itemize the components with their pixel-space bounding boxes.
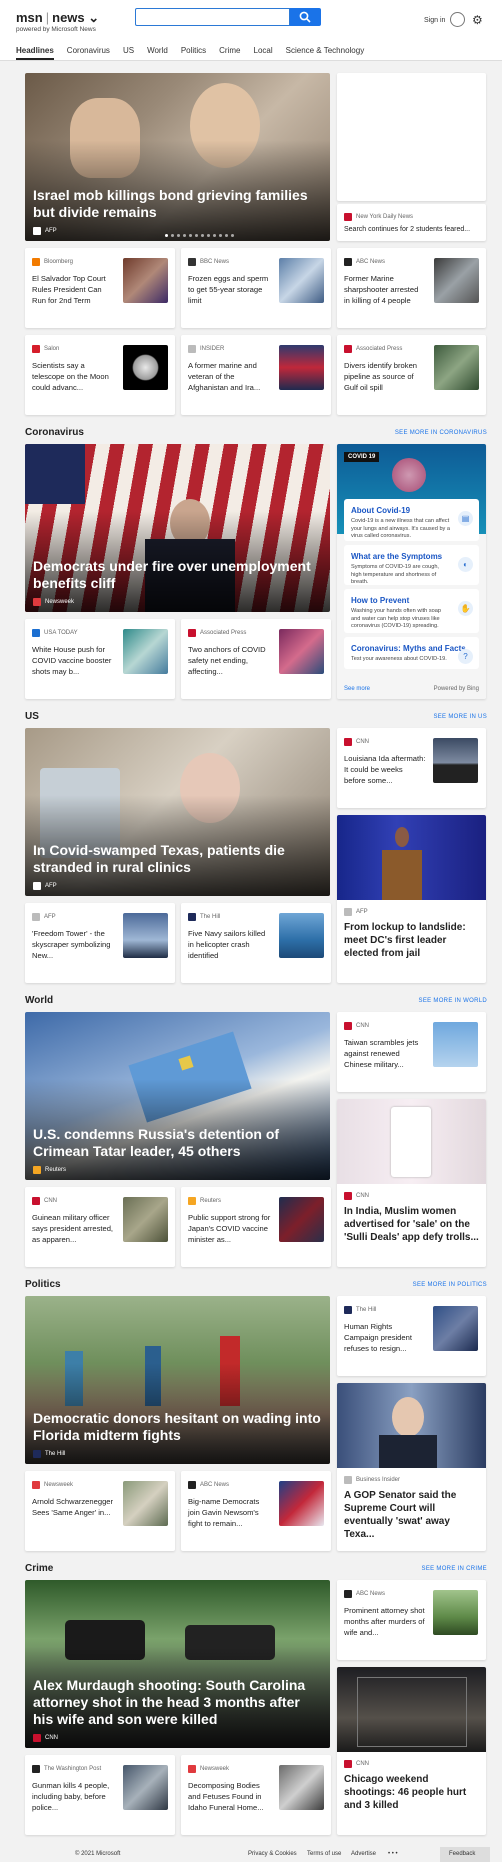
- category-nav: Headlines Coronavirus US World Politics …: [16, 46, 377, 60]
- news-card[interactable]: ABC News Prominent attorney shot months …: [337, 1580, 486, 1660]
- covid-badge: COVID 19: [344, 452, 380, 462]
- see-more-world[interactable]: SEE MORE IN WORLD: [419, 998, 487, 1004]
- news-card[interactable]: Newsweek Decomposing Bodies and Fetuses …: [181, 1755, 331, 1835]
- quiz-icon: ?: [458, 649, 473, 664]
- section-title-world: World: [25, 995, 54, 1006]
- covid-about-item[interactable]: About Covid-19 Covid-19 is a new illness…: [344, 499, 479, 541]
- copyright: © 2021 Microsoft: [75, 1851, 121, 1857]
- powered-by-label: powered by Microsoft News: [16, 26, 96, 33]
- news-card[interactable]: CNN Guinean military officer says presid…: [25, 1187, 175, 1267]
- news-card-tall[interactable]: CNN In India, Muslim women advertised fo…: [337, 1099, 486, 1267]
- news-card[interactable]: Newsweek Arnold Schwarzenegger Sees 'Sam…: [25, 1471, 175, 1551]
- world-hero[interactable]: U.S. condemns Russia's detention of Crim…: [25, 1012, 330, 1180]
- nav-science[interactable]: Science & Technology: [286, 46, 365, 60]
- news-card[interactable]: The Washington Post Gunman kills 4 peopl…: [25, 1755, 175, 1835]
- us-hero[interactable]: In Covid-swamped Texas, patients die str…: [25, 728, 330, 896]
- top-header: msn | news ⌄ powered by Microsoft News Sig…: [0, 0, 502, 61]
- hero-source: Reuters: [33, 1166, 66, 1174]
- crime-hero[interactable]: Alex Murdaugh shooting: South Carolina a…: [25, 1580, 330, 1748]
- advertise-link[interactable]: Advertise: [351, 1851, 376, 1857]
- see-more-coronavirus[interactable]: SEE MORE IN CORONAVIRUS: [395, 430, 487, 436]
- gear-icon[interactable]: ⚙: [472, 13, 483, 27]
- covid-symptoms-item[interactable]: What are the Symptoms Symptoms of COVID-…: [344, 545, 479, 585]
- nav-headlines[interactable]: Headlines: [16, 46, 54, 60]
- nav-us[interactable]: US: [123, 46, 134, 60]
- hero-title: Democratic donors hesitant on wading int…: [33, 1410, 321, 1443]
- covid-see-more[interactable]: See more: [344, 686, 370, 692]
- footer: © 2021 Microsoft Privacy & Cookies Terms…: [0, 1847, 502, 1862]
- news-card[interactable]: Associated Press Two anchors of COVID sa…: [181, 619, 331, 699]
- news-card[interactable]: Salon Scientists say a telescope on the …: [25, 335, 175, 415]
- feedback-button[interactable]: Feedback: [440, 1847, 490, 1862]
- carousel-dots[interactable]: [165, 234, 234, 237]
- news-card[interactable]: INSIDER A former marine and veteran of t…: [181, 335, 331, 415]
- nav-world[interactable]: World: [147, 46, 168, 60]
- news-card[interactable]: ABC News Former Marine sharpshooter arre…: [337, 248, 486, 328]
- hero-title: Alex Murdaugh shooting: South Carolina a…: [33, 1677, 306, 1727]
- news-card[interactable]: BBC News Frozen eggs and sperm to get 55…: [181, 248, 331, 328]
- coronavirus-hero[interactable]: Democrats under fire over unemployment b…: [25, 444, 330, 612]
- handwash-icon: ✋: [458, 601, 473, 616]
- hero-title: Democrats under fire over unemployment b…: [33, 558, 311, 591]
- nav-local[interactable]: Local: [254, 46, 273, 60]
- news-card[interactable]: The Hill Five Navy sailors killed in hel…: [181, 903, 331, 983]
- nav-coronavirus[interactable]: Coronavirus: [67, 46, 110, 60]
- news-card-tall[interactable]: CNN Chicago weekend shootings: 46 people…: [337, 1667, 486, 1835]
- news-card[interactable]: ABC News Big-name Democrats join Gavin N…: [181, 1471, 331, 1551]
- see-more-politics[interactable]: SEE MORE IN POLITICS: [413, 1282, 487, 1288]
- news-card[interactable]: CNN Taiwan scrambles jets against renewe…: [337, 1012, 486, 1092]
- search-button[interactable]: [290, 8, 321, 26]
- hero-source: Newsweek: [33, 598, 74, 606]
- hero-source: AFP: [33, 882, 57, 890]
- hero-source: AFP: [33, 227, 57, 235]
- privacy-link[interactable]: Privacy & Cookies: [248, 1851, 297, 1857]
- search-icon: [299, 11, 311, 23]
- see-more-crime[interactable]: SEE MORE IN CRIME: [422, 1566, 487, 1572]
- covid-prevent-item[interactable]: How to Prevent Washing your hands often …: [344, 589, 479, 633]
- nav-crime[interactable]: Crime: [219, 46, 240, 60]
- news-card-tall[interactable]: AFP From lockup to landslide: meet DC's …: [337, 815, 486, 983]
- news-card[interactable]: Reuters Public support strong for Japan'…: [181, 1187, 331, 1267]
- terms-link[interactable]: Terms of use: [307, 1851, 341, 1857]
- section-title-politics: Politics: [25, 1279, 61, 1290]
- source-logo-icon: [33, 227, 41, 235]
- section-title-coronavirus: Coronavirus: [25, 427, 84, 438]
- politics-hero[interactable]: Democratic donors hesitant on wading int…: [25, 1296, 330, 1464]
- symptoms-icon: ◐: [458, 557, 473, 572]
- news-card[interactable]: The Hill Human Rights Campaign president…: [337, 1296, 486, 1376]
- news-card[interactable]: Bloomberg El Salvador Top Court Rules Pr…: [25, 248, 175, 328]
- info-icon: ▤: [458, 511, 473, 526]
- news-card-tall[interactable]: Business Insider A GOP Senator said the …: [337, 1383, 486, 1551]
- more-links[interactable]: • • •: [388, 1851, 398, 1857]
- powered-by-bing: Powered by Bing: [433, 686, 479, 692]
- hero-title: Israel mob killings bond grieving famili…: [33, 187, 308, 220]
- avatar-icon[interactable]: [450, 12, 465, 27]
- hero-title: U.S. condemns Russia's detention of Crim…: [33, 1126, 280, 1159]
- hero-source: The Hill: [33, 1450, 65, 1458]
- news-card[interactable]: Associated Press Divers identify broken …: [337, 335, 486, 415]
- msn-logo[interactable]: msn | news ⌄: [16, 10, 99, 26]
- search-input[interactable]: [135, 8, 290, 26]
- news-card[interactable]: CNN Louisiana Ida aftermath: It could be…: [337, 728, 486, 808]
- top-hero[interactable]: Israel mob killings bond grieving famili…: [25, 73, 330, 241]
- news-card[interactable]: USA TODAY White House push for COVID vac…: [25, 619, 175, 699]
- section-title-crime: Crime: [25, 1563, 54, 1574]
- news-card[interactable]: AFP 'Freedom Tower' - the skyscraper sym…: [25, 903, 175, 983]
- ad-placeholder: [337, 73, 486, 201]
- see-more-us[interactable]: SEE MORE IN US: [433, 714, 487, 720]
- sign-in-link[interactable]: Sign in: [424, 17, 445, 24]
- covid-info-panel: COVID 19 About Covid-19 Covid-19 is a ne…: [337, 444, 486, 699]
- right-headline-card[interactable]: New York Daily News Search continues for…: [337, 204, 486, 241]
- hero-title: In Covid-swamped Texas, patients die str…: [33, 842, 285, 875]
- hero-source: CNN: [33, 1734, 58, 1742]
- section-title-us: US: [25, 711, 39, 722]
- nav-politics[interactable]: Politics: [181, 46, 206, 60]
- covid-myths-item[interactable]: Coronavirus: Myths and Facts Test your a…: [344, 637, 479, 669]
